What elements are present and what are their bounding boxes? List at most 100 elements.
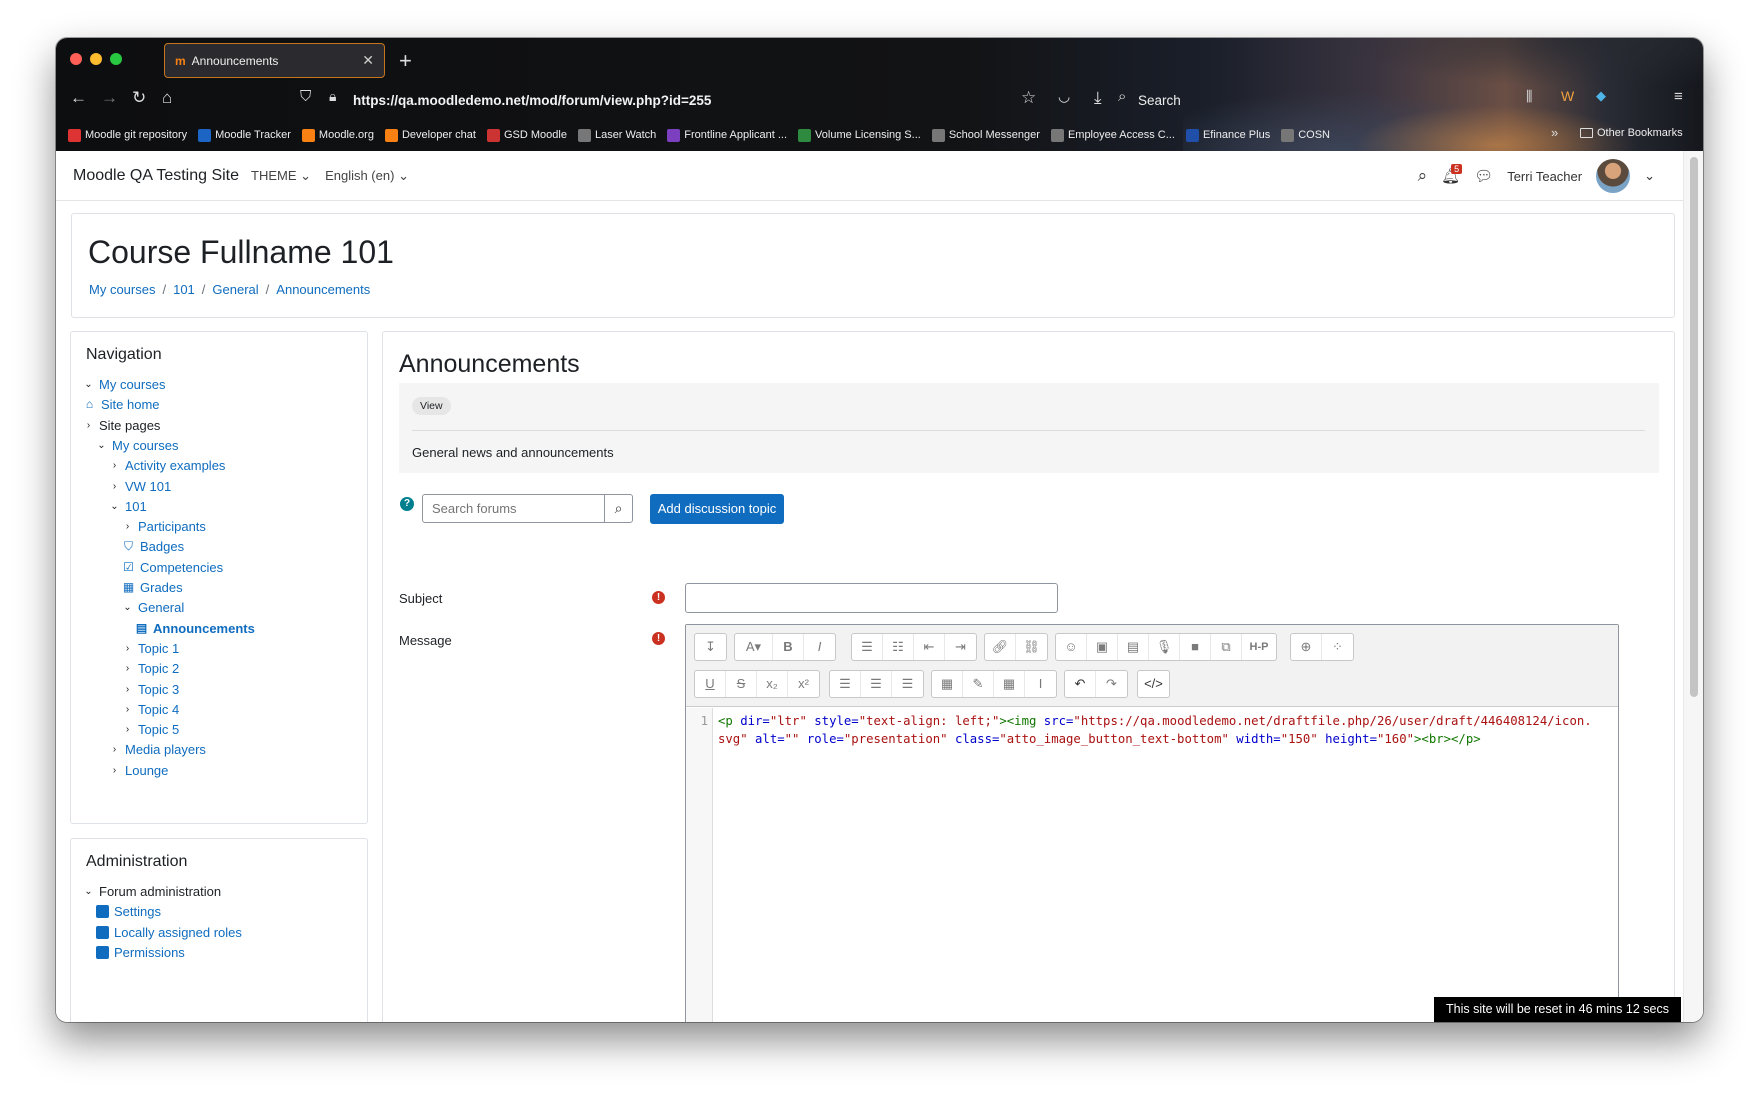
microphone-icon[interactable]: 🎙︎ — [1149, 634, 1180, 660]
italic-icon[interactable]: I — [804, 634, 835, 660]
table-icon[interactable]: ▦ — [994, 671, 1025, 697]
chevron-right-icon[interactable]: › — [122, 684, 133, 695]
back-arrow-icon[interactable]: ← — [70, 88, 87, 108]
other-bookmarks-folder[interactable]: Other Bookmarks — [1580, 127, 1683, 139]
bookmark-item[interactable]: School Messenger — [931, 128, 1040, 142]
tree-item[interactable]: ▤ Announcements — [135, 621, 255, 636]
extension-icon[interactable]: W — [1561, 88, 1574, 104]
library-icon[interactable]: ⫼ — [1526, 88, 1532, 105]
equation-icon[interactable]: ▦ — [932, 671, 963, 697]
chevron-right-icon[interactable]: › — [109, 460, 120, 471]
bookmark-item[interactable]: COSN — [1281, 128, 1330, 142]
ordered-list-icon[interactable]: ☷ — [883, 634, 914, 660]
home-icon[interactable]: ⌂ — [162, 88, 172, 108]
superscript-icon[interactable]: x² — [788, 671, 819, 697]
breadcrumb-course[interactable]: 101 — [173, 282, 195, 297]
align-center-icon[interactable]: ☰ — [861, 671, 892, 697]
link-icon[interactable]: 🔗︎ — [985, 634, 1016, 660]
forward-arrow-icon[interactable]: → — [101, 88, 118, 108]
tree-item[interactable]: › Topic 4 — [122, 702, 179, 717]
chevron-right-icon[interactable]: › — [83, 420, 94, 431]
avatar[interactable] — [1596, 159, 1631, 193]
tree-item[interactable]: ⛉ Badges — [122, 539, 184, 554]
breadcrumb-forum[interactable]: Announcements — [276, 282, 370, 297]
tree-item[interactable]: ⌄ My courses — [96, 438, 178, 453]
html-source-icon[interactable]: </> — [1138, 671, 1169, 697]
chevron-down-icon[interactable]: ⌄ — [122, 602, 133, 613]
page-scrollbar[interactable] — [1683, 151, 1703, 1022]
tree-item[interactable]: ⌂ Site home — [83, 397, 160, 412]
bold-icon[interactable]: B — [773, 634, 804, 660]
chevron-right-icon[interactable]: › — [109, 481, 120, 492]
chevron-right-icon[interactable]: › — [109, 744, 120, 755]
bookmark-item[interactable]: GSD Moodle — [486, 128, 567, 142]
notifications-bell-icon[interactable]: 🔔︎ 5 — [1441, 164, 1463, 185]
chevron-right-icon[interactable]: › — [122, 704, 133, 715]
manage-files-icon[interactable]: ⧉ — [1211, 634, 1242, 660]
chevron-down-icon[interactable]: ⌄ — [83, 886, 94, 897]
download-icon[interactable]: ⤓ — [1094, 88, 1102, 108]
clear-formatting-icon[interactable]: I — [1025, 671, 1056, 697]
image-icon[interactable]: ▣ — [1087, 634, 1118, 660]
chevron-down-icon[interactable]: ⌄ — [83, 379, 94, 390]
bookmark-item[interactable]: Volume Licensing S... — [798, 128, 921, 142]
html-source-textarea[interactable]: 1 <p dir="ltr" style="text-align: left;"… — [686, 708, 1618, 1022]
subscript-icon[interactable]: x₂ — [757, 671, 788, 697]
bookmark-item[interactable]: Laser Watch — [577, 128, 656, 142]
redo-icon[interactable]: ↷ — [1096, 671, 1127, 697]
align-right-icon[interactable]: ☰ — [892, 671, 923, 697]
tree-item[interactable]: › Topic 5 — [122, 722, 179, 737]
chevron-down-icon[interactable]: ⌄ — [109, 501, 120, 512]
tree-item[interactable]: ⌄ Forum administration — [83, 884, 221, 899]
align-left-icon[interactable]: ☰ — [830, 671, 861, 697]
user-name[interactable]: Terri Teacher — [1507, 169, 1582, 184]
chevron-right-icon[interactable]: › — [122, 521, 133, 532]
emoji-icon[interactable]: ☺ — [1056, 634, 1087, 660]
collapse-toolbar-icon[interactable]: ↧ — [695, 634, 726, 660]
add-discussion-topic-button[interactable]: Add discussion topic — [650, 494, 784, 524]
close-window-button[interactable] — [70, 53, 82, 65]
paragraph-style-icon[interactable]: A▾ — [735, 634, 773, 660]
menu-icon[interactable]: ≡ — [1674, 88, 1683, 105]
bookmark-item[interactable]: Moodle git repository — [68, 128, 187, 142]
tree-item[interactable]: › Topic 2 — [122, 661, 179, 676]
underline-icon[interactable]: U — [695, 671, 726, 697]
tree-item[interactable]: Settings — [96, 904, 161, 919]
tree-item[interactable]: ⌄ My courses — [83, 377, 165, 392]
tree-item[interactable]: › VW 101 — [109, 479, 171, 494]
bookmark-item[interactable]: Efinance Plus — [1185, 128, 1270, 142]
language-menu[interactable]: English (en) ⌄ — [325, 168, 409, 184]
h5p-icon[interactable]: H-P — [1242, 634, 1276, 660]
chevron-right-icon[interactable]: › — [122, 663, 133, 674]
address-bar[interactable]: https://qa.moodledemo.net/mod/forum/view… — [353, 93, 711, 108]
search-icon[interactable]: ⌕ — [1418, 166, 1428, 186]
character-map-icon[interactable]: ✎ — [963, 671, 994, 697]
chevron-right-icon[interactable]: › — [122, 724, 133, 735]
chevron-right-icon[interactable]: › — [122, 643, 133, 654]
zoom-window-button[interactable] — [110, 53, 122, 65]
chevron-down-icon[interactable]: ⌄ — [1644, 168, 1655, 184]
subject-input[interactable] — [685, 583, 1058, 613]
help-icon[interactable]: ? — [400, 497, 414, 511]
unordered-list-icon[interactable]: ☰ — [852, 634, 883, 660]
scrollbar-thumb[interactable] — [1690, 157, 1698, 697]
search-forums-input[interactable] — [422, 494, 605, 523]
video-camera-icon[interactable]: ■ — [1180, 634, 1211, 660]
site-name[interactable]: Moodle QA Testing Site — [73, 167, 239, 185]
tree-item[interactable]: ☑ Competencies — [122, 560, 223, 575]
tree-item[interactable]: › Activity examples — [109, 458, 226, 473]
undo-icon[interactable]: ↶ — [1065, 671, 1096, 697]
tree-item[interactable]: ▦ Grades — [122, 580, 183, 595]
tree-item[interactable]: Locally assigned roles — [96, 925, 242, 940]
bookmark-item[interactable]: Employee Access C... — [1050, 128, 1175, 142]
chevron-down-icon[interactable]: ⌄ — [96, 440, 107, 451]
extension-icon[interactable]: ◆ — [1596, 88, 1606, 104]
tree-item[interactable]: ⌄ General — [122, 600, 184, 615]
tree-item[interactable]: ⌄ 101 — [109, 499, 146, 514]
tree-item[interactable]: › Participants — [122, 519, 206, 534]
media-icon[interactable]: ▤ — [1118, 634, 1149, 660]
bookmark-item[interactable]: Frontline Applicant ... — [667, 128, 787, 142]
tree-item[interactable]: › Topic 1 — [122, 641, 179, 656]
tree-item[interactable]: › Lounge — [109, 763, 169, 778]
close-tab-icon[interactable]: ✕ — [362, 52, 374, 69]
